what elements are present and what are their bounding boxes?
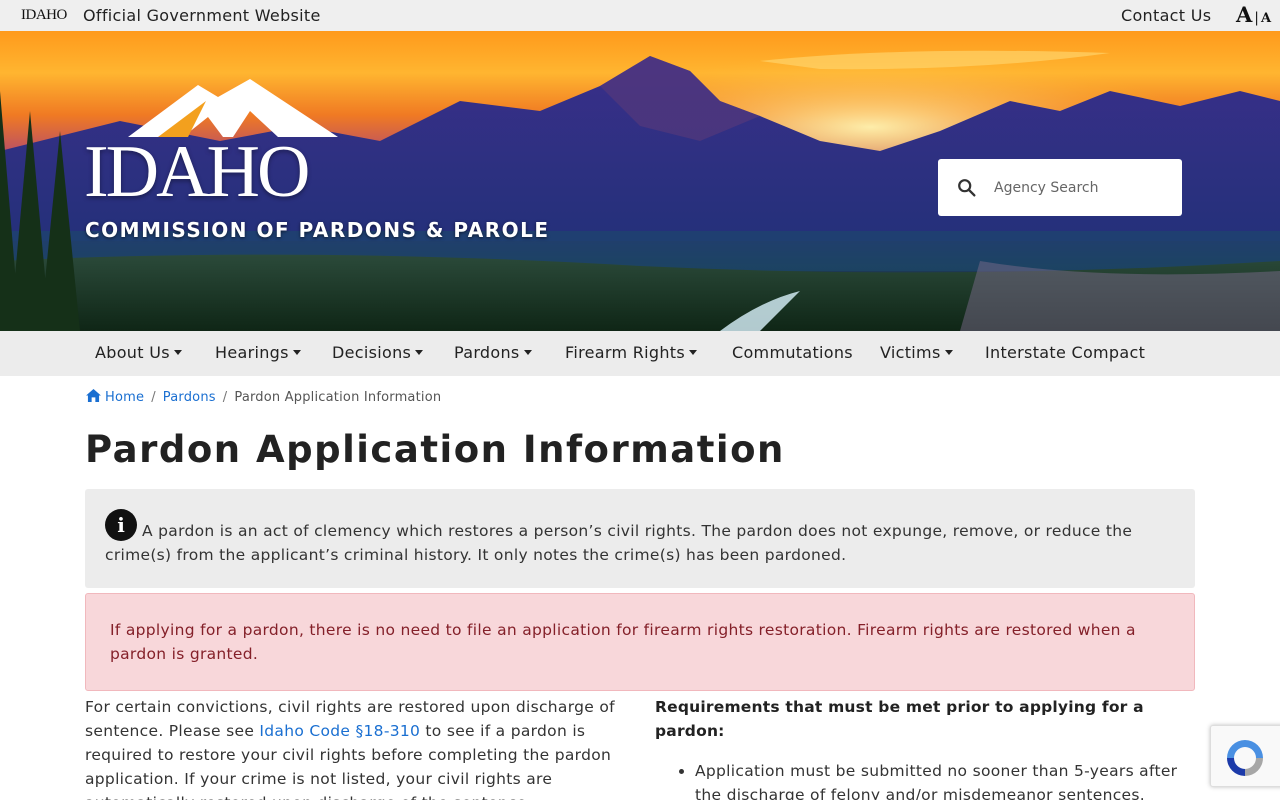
font-size-toggle: A | A xyxy=(1236,2,1271,27)
nav-decisions[interactable]: Decisions xyxy=(332,343,424,362)
recaptcha-badge[interactable] xyxy=(1210,725,1280,787)
nav-label: Firearm Rights xyxy=(565,343,685,362)
civil-rights-paragraph: For certain convictions, civil rights ar… xyxy=(85,695,630,800)
nav-label: Interstate Compact xyxy=(985,343,1146,362)
breadcrumb: Home / Pardons / Pardon Application Informat… xyxy=(86,389,441,405)
nav-about-us[interactable]: About Us xyxy=(95,343,182,362)
contact-us-link[interactable]: Contact Us xyxy=(1121,6,1211,25)
idaho-wordmark: IDAHO xyxy=(84,131,310,213)
idaho-mini-logo[interactable]: IDAHO xyxy=(21,7,67,24)
breadcrumb-current: Pardon Application Information xyxy=(234,390,442,405)
main-nav: About Us Hearings Decisions Pardons Fire… xyxy=(0,331,1280,376)
info-callout: i A pardon is an act of clemency which r… xyxy=(85,489,1195,588)
nav-victims[interactable]: Victims xyxy=(880,343,953,362)
chevron-down-icon xyxy=(173,350,182,355)
nav-label: Commutations xyxy=(732,343,853,362)
firearm-alert-text: If applying for a pardon, there is no ne… xyxy=(110,621,1136,663)
chevron-down-icon xyxy=(415,350,424,355)
font-size-small-button[interactable]: A xyxy=(1261,11,1271,26)
firearm-alert: If applying for a pardon, there is no ne… xyxy=(85,593,1195,691)
hero-banner: IDAHO COMMISSION OF PARDONS & PAROLE xyxy=(0,31,1280,331)
nav-pardons[interactable]: Pardons xyxy=(454,343,532,362)
agency-name: COMMISSION OF PARDONS & PAROLE xyxy=(85,218,550,242)
nav-label: Victims xyxy=(880,343,941,362)
nav-hearings[interactable]: Hearings xyxy=(215,343,301,362)
info-callout-text: A pardon is an act of clemency which res… xyxy=(105,522,1133,564)
search-icon[interactable] xyxy=(956,177,978,199)
nav-interstate-compact[interactable]: Interstate Compact xyxy=(985,343,1145,362)
nav-label: Pardons xyxy=(454,343,520,362)
breadcrumb-home-label: Home xyxy=(105,390,145,405)
chevron-down-icon xyxy=(689,350,697,355)
chevron-down-icon xyxy=(292,350,301,355)
official-website-label: Official Government Website xyxy=(83,6,321,25)
chevron-down-icon xyxy=(944,350,953,355)
requirements-section: Requirements that must be met prior to a… xyxy=(655,695,1185,800)
nav-label: Decisions xyxy=(332,343,412,362)
breadcrumb-home[interactable]: Home xyxy=(86,389,145,405)
breadcrumb-separator: / xyxy=(222,390,228,405)
agency-search-box xyxy=(938,159,1182,216)
recaptcha-icon xyxy=(1227,740,1263,776)
requirements-heading: Requirements that must be met prior to a… xyxy=(655,698,1144,740)
requirements-list: Application must be submitted no sooner … xyxy=(655,759,1185,800)
nav-label: Hearings xyxy=(215,343,289,362)
home-icon xyxy=(86,389,101,402)
chevron-down-icon xyxy=(523,350,532,355)
breadcrumb-pardons[interactable]: Pardons xyxy=(163,390,216,405)
breadcrumb-separator: / xyxy=(151,390,156,405)
agency-search-input[interactable] xyxy=(994,175,1169,201)
nav-commutations[interactable]: Commutations xyxy=(732,343,853,362)
page-title: Pardon Application Information xyxy=(85,428,785,471)
list-item: Application must be submitted no sooner … xyxy=(695,759,1185,800)
font-size-large-button[interactable]: A xyxy=(1236,2,1252,27)
idaho-code-link[interactable]: Idaho Code §18-310 xyxy=(259,722,420,740)
nav-label: About Us xyxy=(95,343,170,362)
top-bar: IDAHO Official Government Website Contac… xyxy=(0,0,1280,31)
nav-firearm-rights[interactable]: Firearm Rights xyxy=(565,343,697,362)
font-size-separator: | xyxy=(1254,10,1260,26)
